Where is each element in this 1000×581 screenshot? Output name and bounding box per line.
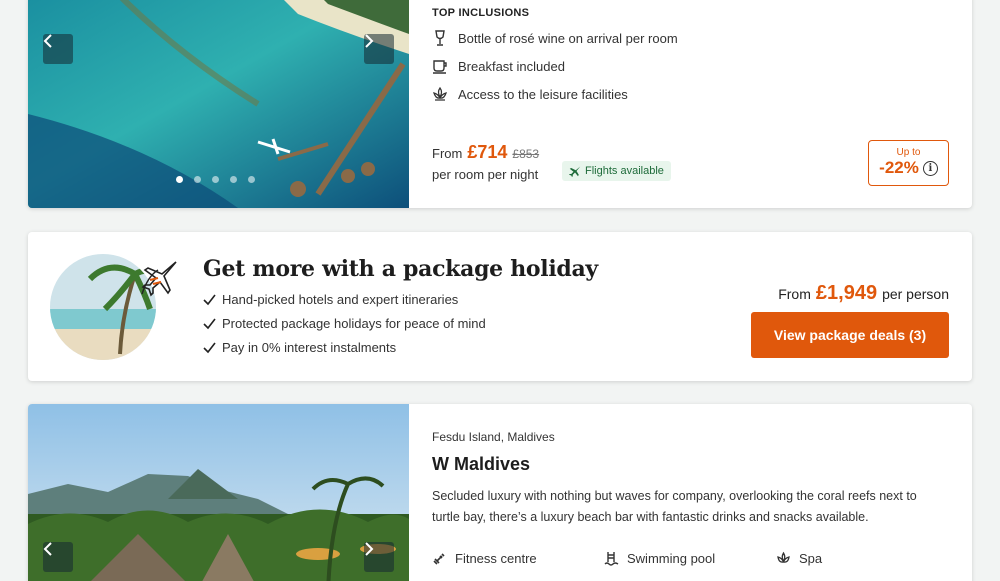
hotel-card-1: TOP INCLUSIONS Bottle of rosé wine on ar… xyxy=(28,0,972,208)
hotel-photo-1[interactable] xyxy=(28,0,409,208)
carousel-dot[interactable] xyxy=(176,176,183,183)
hotel-description: Secluded luxury with nothing but waves f… xyxy=(432,489,917,524)
inclusion-item: Breakfast included xyxy=(432,58,565,74)
fitness-icon xyxy=(433,553,445,565)
carousel-dot[interactable] xyxy=(230,176,237,183)
flights-available-badge: Flights available xyxy=(562,161,671,181)
package-price-value: £1,949 xyxy=(815,282,878,304)
price-line: From £714 £853 xyxy=(432,142,539,163)
hotel-location: Fesdu Island, Maldives xyxy=(432,430,555,444)
info-icon[interactable]: i xyxy=(922,160,938,176)
carousel-next-button[interactable] xyxy=(364,542,394,572)
inclusion-label: Bottle of rosé wine on arrival per room xyxy=(458,30,678,46)
package-bullet: Protected package holidays for peace of … xyxy=(203,316,486,331)
wine-glass-icon xyxy=(435,30,445,46)
chevron-left-icon xyxy=(43,34,52,48)
package-plane-icon xyxy=(141,261,177,297)
facility-label: Swimming pool xyxy=(627,551,716,566)
chevron-left-icon xyxy=(43,542,52,556)
carousel-dot[interactable] xyxy=(194,176,201,183)
facility-item: Swimming pool xyxy=(604,551,715,566)
package-bullet-label: Protected package holidays for peace of … xyxy=(222,316,486,331)
inclusion-label: Access to the leisure facilities xyxy=(458,86,628,102)
chevron-right-icon xyxy=(365,34,374,48)
facility-label: Fitness centre xyxy=(455,551,537,566)
airplane-icon xyxy=(569,166,581,177)
package-price: From £1,949 per person xyxy=(778,282,949,305)
package-holiday-card: Get more with a package holiday Hand-pic… xyxy=(28,232,972,381)
discount-badge: Up to -22% i xyxy=(868,140,949,186)
checkmark-icon xyxy=(203,294,216,305)
package-price-suffix: per person xyxy=(882,286,949,302)
carousel-next-button[interactable] xyxy=(364,34,394,64)
package-price-from: From xyxy=(778,286,811,302)
discount-upto: Up to xyxy=(896,147,921,158)
view-package-deals-button[interactable]: View package deals (3) xyxy=(751,312,949,358)
hotel-card-1-content: TOP INCLUSIONS Bottle of rosé wine on ar… xyxy=(432,0,972,208)
chevron-right-icon xyxy=(365,542,374,556)
hotel-photo-2[interactable] xyxy=(28,404,409,581)
carousel-dot[interactable] xyxy=(248,176,255,183)
flights-label: Flights available xyxy=(585,165,664,177)
package-bullet-label: Hand-picked hotels and expert itinerarie… xyxy=(222,292,459,307)
price-subtitle: per room per night xyxy=(432,167,539,182)
carousel-dot[interactable] xyxy=(212,176,219,183)
carousel-prev-button[interactable] xyxy=(43,542,73,572)
hotel-card-2-content: Fesdu Island, Maldives W Maldives Seclud… xyxy=(432,404,972,581)
facility-label: Spa xyxy=(799,551,823,566)
inclusions-title: TOP INCLUSIONS xyxy=(432,7,530,19)
inclusion-item: Bottle of rosé wine on arrival per room xyxy=(432,30,678,46)
carousel-dots xyxy=(176,176,255,183)
spa-icon xyxy=(777,551,790,563)
discount-percent: -22% xyxy=(879,158,919,177)
price-from-label: From xyxy=(432,146,463,161)
checkmark-icon xyxy=(203,342,216,353)
package-bullet: Hand-picked hotels and expert itinerarie… xyxy=(203,292,458,307)
package-title: Get more with a package holiday xyxy=(203,256,598,282)
price-value: £714 xyxy=(467,142,508,162)
swimming-pool-icon xyxy=(604,552,619,566)
inclusion-label: Breakfast included xyxy=(458,58,565,74)
checkmark-icon xyxy=(203,318,216,329)
facility-item: Fitness centre xyxy=(432,551,537,566)
resort-jungle-image xyxy=(28,404,409,581)
facility-item: Spa xyxy=(776,551,822,566)
carousel-prev-button[interactable] xyxy=(43,34,73,64)
inclusion-item: Access to the leisure facilities xyxy=(432,86,628,102)
price-was: £853 xyxy=(512,147,540,161)
hotel-card-2: Fesdu Island, Maldives W Maldives Seclud… xyxy=(28,404,972,581)
lotus-icon xyxy=(433,86,447,101)
package-bullet: Pay in 0% interest instalments xyxy=(203,340,396,355)
discount-value-row: -22% i xyxy=(869,158,948,178)
package-bullet-label: Pay in 0% interest instalments xyxy=(222,340,397,355)
coffee-cup-icon xyxy=(433,60,447,74)
hotel-name[interactable]: W Maldives xyxy=(432,454,530,475)
